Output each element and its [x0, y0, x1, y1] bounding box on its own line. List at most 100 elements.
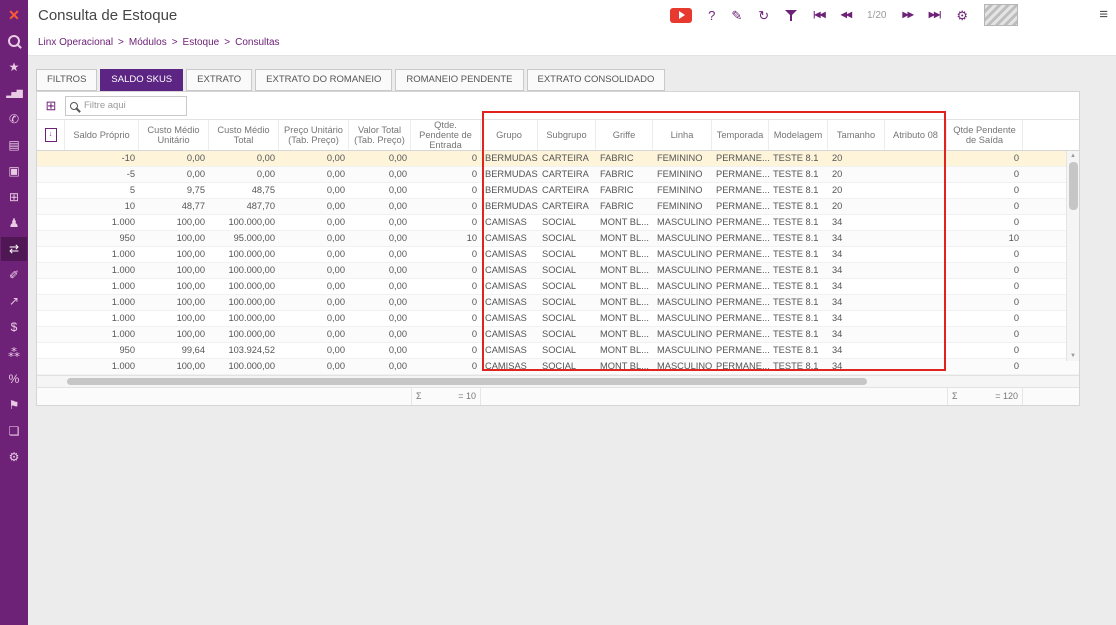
- header-custo-medio-total[interactable]: Custo Médio Total: [209, 120, 279, 150]
- header-grupo[interactable]: Grupo: [481, 120, 538, 150]
- last-page-button[interactable]: ▶▶|: [929, 11, 941, 19]
- sidebar-item-tablet[interactable]: ▣: [1, 159, 27, 183]
- sidebar-item-favorites[interactable]: ★: [1, 55, 27, 79]
- cell: PERMANE...: [712, 295, 769, 310]
- edit-button[interactable]: ✎: [731, 9, 742, 22]
- cell: [885, 359, 947, 374]
- sidebar-item-list[interactable]: ▤: [1, 133, 27, 157]
- sidebar-item-video[interactable]: ❏: [1, 419, 27, 443]
- sidebar-item-search[interactable]: [1, 29, 27, 53]
- sidebar-item-dollar[interactable]: $: [1, 315, 27, 339]
- tab-extrato-consolidado[interactable]: EXTRATO CONSOLIDADO: [527, 69, 666, 91]
- cell: 0,00: [139, 167, 209, 182]
- table-row[interactable]: 1.000100,00100.000,000,000,000CAMISASSOC…: [37, 295, 1079, 311]
- results-panel: ⊞ ↓ Saldo PróprioCusto Médio UnitárioCust…: [36, 91, 1080, 406]
- table-row[interactable]: 95099,64103.924,520,000,000CAMISASSOCIAL…: [37, 343, 1079, 359]
- header-valor-total-tab-preco[interactable]: Valor Total (Tab. Preço): [349, 120, 411, 150]
- cell: TESTE 8.1: [769, 231, 828, 246]
- sidebar-item-user[interactable]: ♟: [1, 211, 27, 235]
- settings-button[interactable]: ⚙: [956, 9, 968, 22]
- sidebar-item-share[interactable]: ⁂: [1, 341, 27, 365]
- filter-button[interactable]: [785, 9, 797, 22]
- header-subgrupo[interactable]: Subgrupo: [538, 120, 596, 150]
- sidebar-item-linx-logo[interactable]: ✕: [1, 3, 27, 27]
- scroll-down-icon[interactable]: ▼: [1070, 351, 1076, 361]
- header-tamanho[interactable]: Tamanho: [828, 120, 885, 150]
- cell: FEMININO: [653, 199, 712, 214]
- table-row[interactable]: 1.000100,00100.000,000,000,000CAMISASSOC…: [37, 311, 1079, 327]
- header-atributo-08[interactable]: Atributo 08: [885, 120, 947, 150]
- cell: 1.000: [65, 247, 139, 262]
- cell: 0,00: [279, 167, 349, 182]
- prev-page-button[interactable]: ◀◀: [841, 11, 851, 19]
- breadcrumb-item-linx-operacional[interactable]: Linx Operacional: [38, 37, 113, 48]
- sidebar-item-transfer[interactable]: ⇄: [1, 237, 27, 261]
- cell: 100,00: [139, 279, 209, 294]
- breadcrumb-item-consultas[interactable]: Consultas: [235, 37, 279, 48]
- tab-extrato[interactable]: EXTRATO: [186, 69, 252, 91]
- bar-chart-icon: ▂▅▇: [6, 89, 21, 98]
- table-row[interactable]: 1.000100,00100.000,000,000,000CAMISASSOC…: [37, 327, 1079, 343]
- sidebar-item-percent[interactable]: %: [1, 367, 27, 391]
- refresh-button[interactable]: ↻: [758, 9, 769, 22]
- table-row[interactable]: 59,7548,750,000,000BERMUDASCARTEIRAFABRI…: [37, 183, 1079, 199]
- sidebar-item-flag[interactable]: ⚑: [1, 393, 27, 417]
- header-qtde-pendente-de-saida[interactable]: Qtde Pendente de Saída: [947, 120, 1023, 150]
- sidebar-item-trend[interactable]: ↗: [1, 289, 27, 313]
- horizontal-scrollbar-thumb[interactable]: [67, 378, 867, 385]
- hamburger-menu-icon[interactable]: ≡: [1099, 6, 1108, 23]
- header-qtde-pendente-de-entrada[interactable]: Qtde. Pendente de Entrada: [411, 120, 481, 150]
- header-saldo-proprio[interactable]: Saldo Próprio: [65, 120, 139, 150]
- table-row[interactable]: 1.000100,00100.000,000,000,000CAMISASSOC…: [37, 263, 1079, 279]
- table-row[interactable]: 1048,77487,700,000,000BERMUDASCARTEIRAFA…: [37, 199, 1079, 215]
- cell: 0: [411, 311, 481, 326]
- sidebar-item-bar-chart[interactable]: ▂▅▇: [1, 81, 27, 105]
- scroll-up-icon[interactable]: ▲: [1070, 151, 1076, 161]
- breadcrumb-item-modulos[interactable]: Módulos: [129, 37, 167, 48]
- table-row[interactable]: -50,000,000,000,000BERMUDASCARTEIRAFABRI…: [37, 167, 1079, 183]
- tab-filtros[interactable]: FILTROS: [36, 69, 97, 91]
- header-temporada[interactable]: Temporada: [712, 120, 769, 150]
- cell: [885, 167, 947, 182]
- table-row[interactable]: 1.000100,00100.000,000,000,000CAMISASSOC…: [37, 247, 1079, 263]
- cell: TESTE 8.1: [769, 199, 828, 214]
- table-row[interactable]: 1.000100,00100.000,000,000,000CAMISASSOC…: [37, 215, 1079, 231]
- table-row[interactable]: 1.000100,00100.000,000,000,000CAMISASSOC…: [37, 359, 1079, 375]
- cell: 0: [947, 167, 1023, 182]
- help-button[interactable]: ?: [708, 9, 715, 22]
- sidebar-item-gears[interactable]: ⚙: [1, 445, 27, 469]
- sidebar-item-phone[interactable]: ✆: [1, 107, 27, 131]
- cell: 950: [65, 343, 139, 358]
- video-button[interactable]: [670, 8, 692, 23]
- filter-input[interactable]: [82, 99, 182, 112]
- tab-saldo-skus[interactable]: SALDO SKUS: [100, 69, 183, 91]
- tab-romaneio-pendente[interactable]: ROMANEIO PENDENTE: [395, 69, 523, 91]
- cell: 34: [828, 263, 885, 278]
- header-griffe[interactable]: Griffe: [596, 120, 653, 150]
- table-row[interactable]: 1.000100,00100.000,000,000,000CAMISASSOC…: [37, 279, 1079, 295]
- header-preco-unitario-tab-preco[interactable]: Preço Unitário (Tab. Preço): [279, 120, 349, 150]
- table-row[interactable]: -100,000,000,000,000BERMUDASCARTEIRAFABR…: [37, 151, 1079, 167]
- tab-extrato-do-romaneio[interactable]: EXTRATO DO ROMANEIO: [255, 69, 392, 91]
- breadcrumb-item-estoque[interactable]: Estoque: [183, 37, 220, 48]
- cell: 0: [947, 247, 1023, 262]
- export-icon[interactable]: ↓: [45, 128, 57, 142]
- header-modelagem[interactable]: Modelagem: [769, 120, 828, 150]
- row-gutter: [37, 183, 65, 198]
- cell: 0,00: [279, 215, 349, 230]
- grid-view-icon[interactable]: ⊞: [37, 98, 65, 114]
- cell: CAMISAS: [481, 279, 538, 294]
- vertical-scrollbar[interactable]: ▲ ▼: [1066, 151, 1079, 361]
- header-custo-medio-unitario[interactable]: Custo Médio Unitário: [139, 120, 209, 150]
- vertical-scrollbar-thumb[interactable]: [1069, 162, 1078, 210]
- cell: FABRIC: [596, 167, 653, 182]
- summary-spacer: [37, 388, 411, 405]
- sidebar-item-grid[interactable]: ⊞: [1, 185, 27, 209]
- horizontal-scrollbar[interactable]: [37, 375, 1079, 387]
- next-page-button[interactable]: ▶▶: [902, 11, 912, 19]
- first-page-button[interactable]: |◀◀: [813, 11, 825, 19]
- header-linha[interactable]: Linha: [653, 120, 712, 150]
- sidebar-item-brush[interactable]: ✐: [1, 263, 27, 287]
- image-thumbnail[interactable]: [984, 4, 1018, 26]
- table-row[interactable]: 950100,0095.000,000,000,0010CAMISASSOCIA…: [37, 231, 1079, 247]
